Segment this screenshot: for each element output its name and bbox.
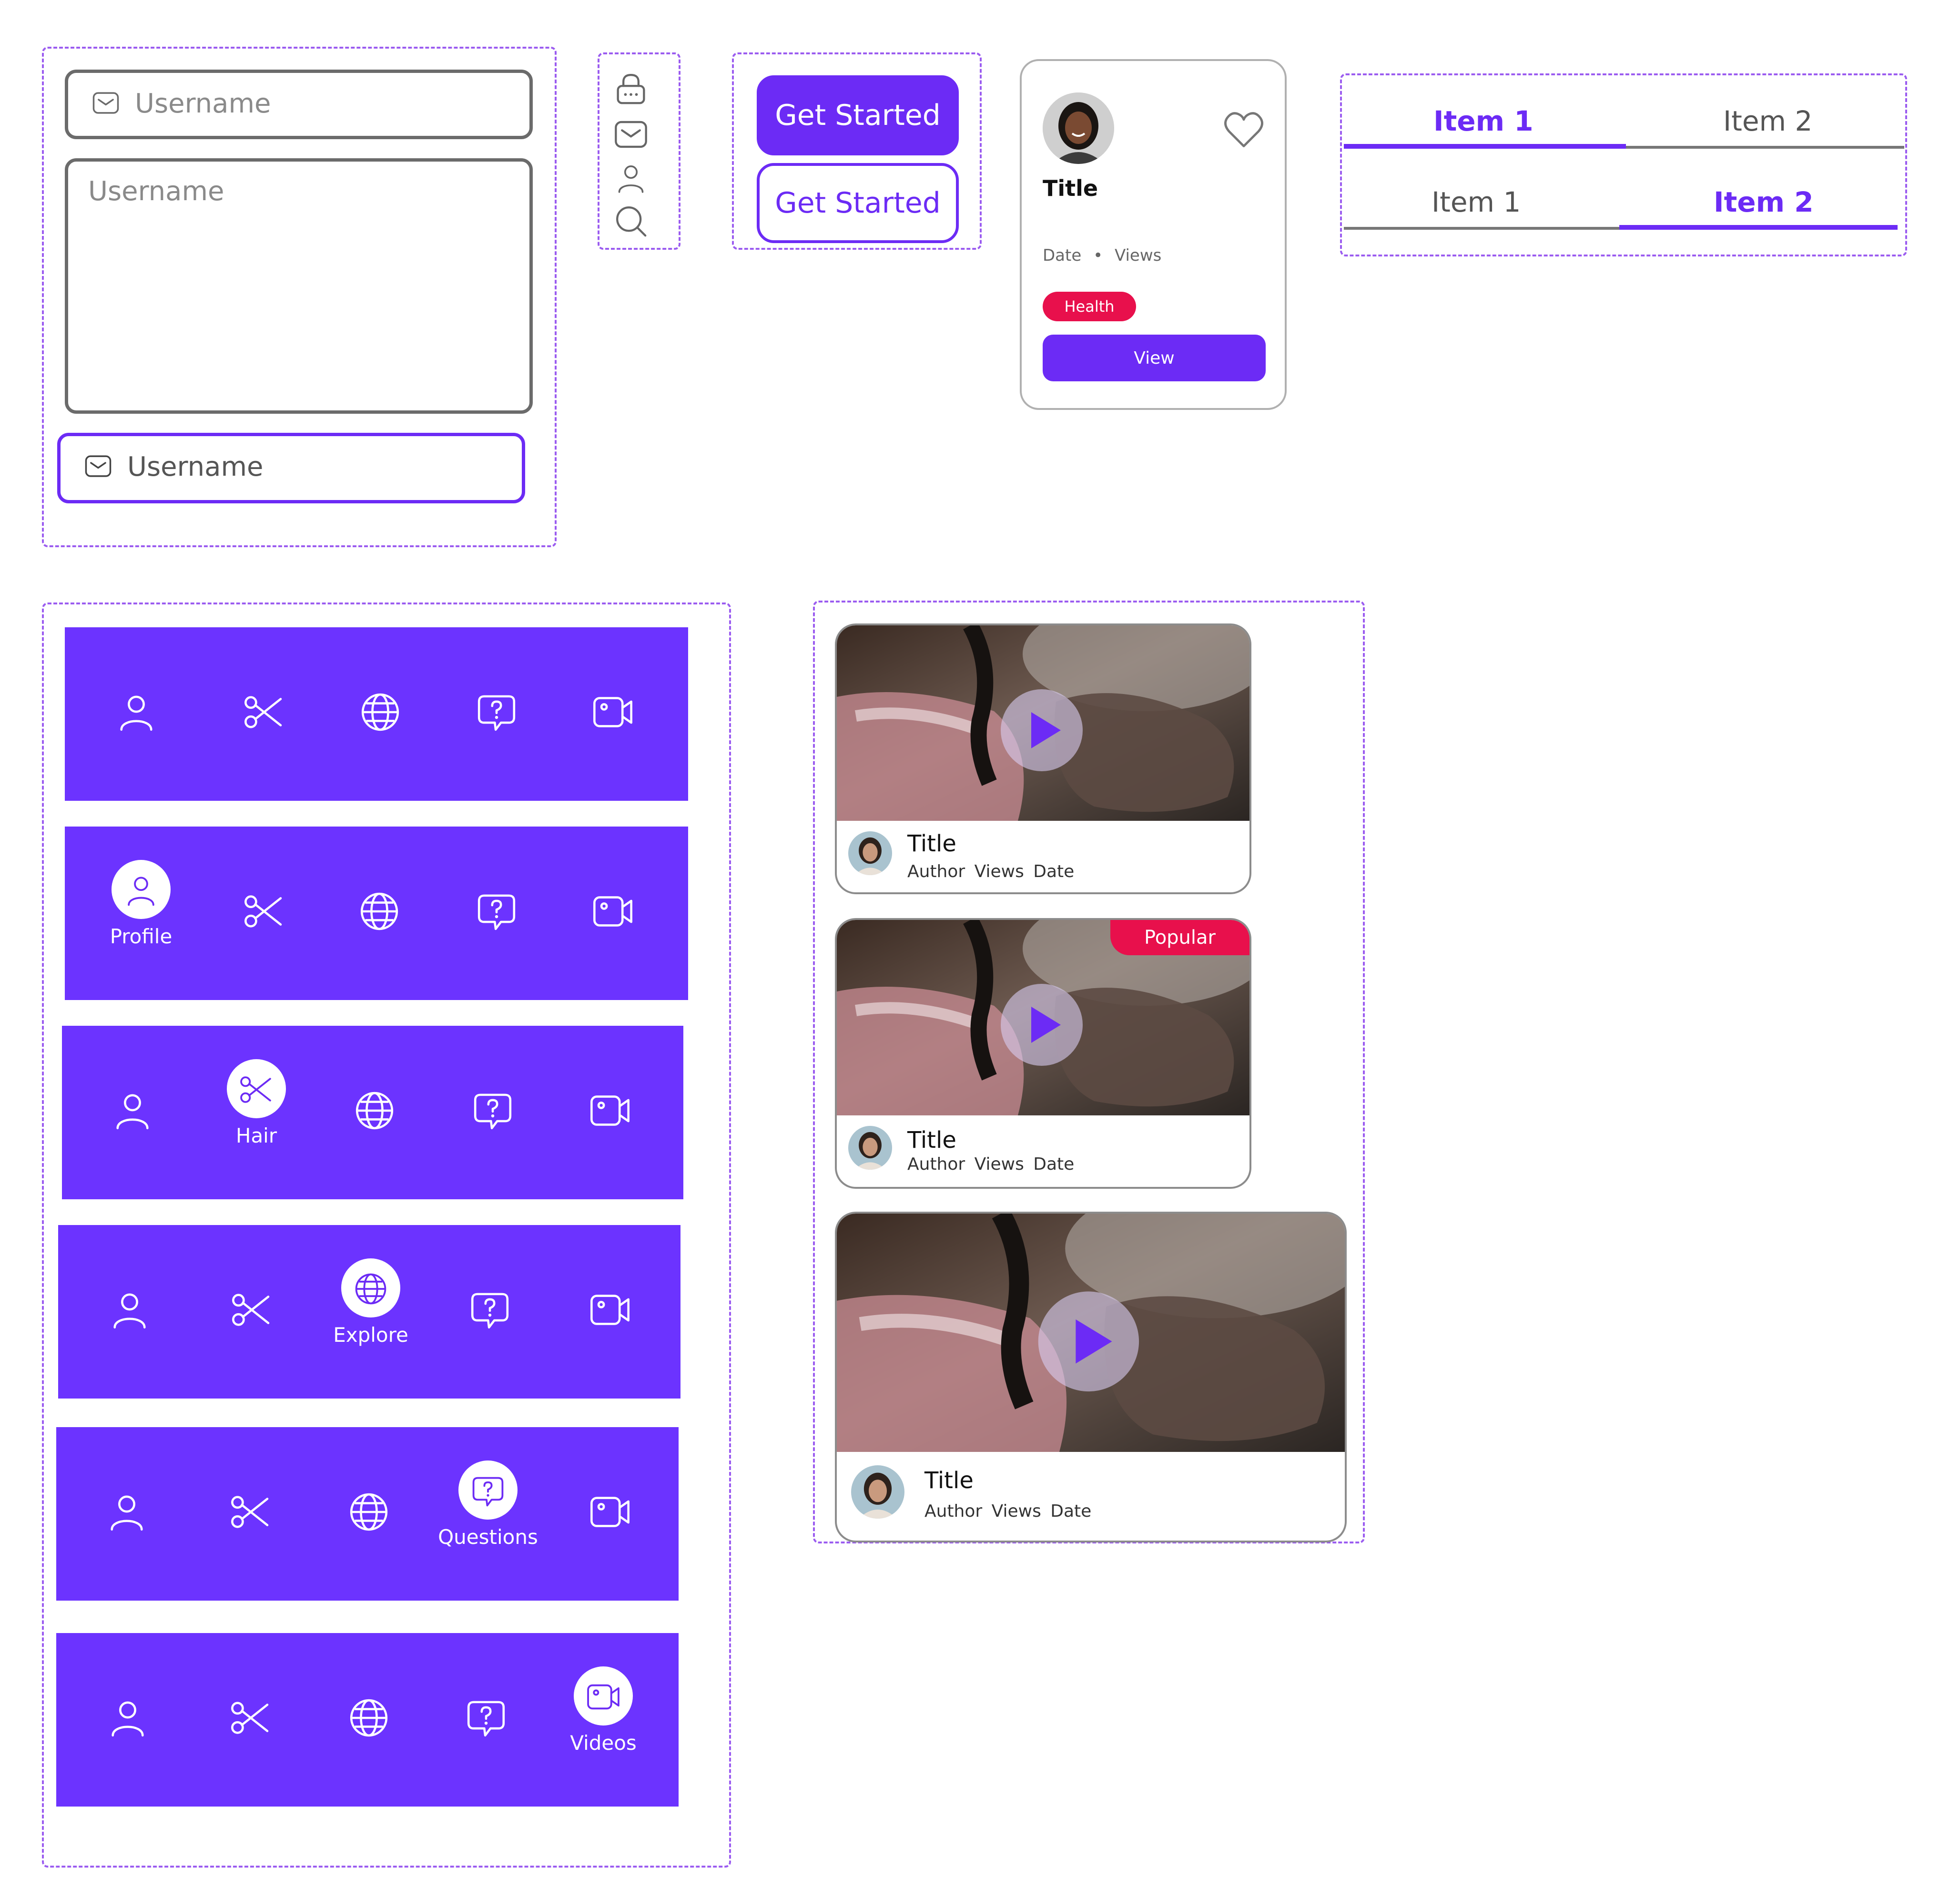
nav-label-questions[interactable]: Questions bbox=[426, 1525, 550, 1549]
scissors-icon[interactable] bbox=[238, 1072, 274, 1108]
nav-label-videos[interactable]: Videos bbox=[541, 1731, 665, 1755]
username-textarea[interactable]: Username bbox=[65, 158, 533, 414]
lock-icon bbox=[614, 71, 648, 106]
user-icon[interactable] bbox=[114, 690, 158, 734]
video-title: Title bbox=[907, 830, 956, 857]
video-meta: Author Views Date bbox=[907, 862, 1075, 881]
scissors-icon[interactable] bbox=[242, 690, 286, 734]
video-meta: Author Views Date bbox=[907, 1154, 1075, 1174]
bottom-nav-bar: Questions bbox=[56, 1427, 679, 1601]
video-title: Title bbox=[907, 1127, 956, 1154]
product-meta: Date • Views bbox=[1043, 246, 1161, 265]
product-card[interactable]: Title Date • Views Health View bbox=[1020, 59, 1287, 410]
bottom-nav-bar: Hair bbox=[62, 1026, 683, 1199]
nav-label-profile[interactable]: Profile bbox=[79, 925, 203, 948]
active-username-placeholder: Username bbox=[127, 451, 264, 482]
user-icon[interactable] bbox=[106, 1696, 150, 1740]
video-card[interactable]: Title Author Views Date bbox=[835, 623, 1251, 894]
author-avatar bbox=[848, 831, 892, 875]
product-views: Views bbox=[1114, 246, 1162, 265]
video-icon[interactable] bbox=[588, 1490, 632, 1534]
globe-icon[interactable] bbox=[357, 889, 401, 933]
mail-icon bbox=[82, 452, 114, 480]
tab-item-2[interactable]: Item 2 bbox=[1714, 186, 1814, 218]
video-meta: Author Views Date bbox=[924, 1501, 1092, 1521]
video-title: Title bbox=[924, 1467, 974, 1494]
user-icon[interactable] bbox=[105, 1490, 149, 1534]
globe-icon[interactable] bbox=[358, 690, 402, 734]
globe-icon[interactable] bbox=[347, 1696, 391, 1740]
globe-icon[interactable] bbox=[347, 1490, 391, 1534]
textarea-placeholder: Username bbox=[88, 176, 224, 207]
bottom-nav-bar bbox=[65, 627, 688, 801]
popular-badge: Popular bbox=[1110, 920, 1249, 955]
username-input-active[interactable]: Username bbox=[57, 433, 525, 503]
user-icon[interactable] bbox=[108, 1288, 152, 1332]
mail-icon bbox=[614, 117, 648, 152]
video-icon[interactable] bbox=[585, 1679, 621, 1715]
get-started-button[interactable]: Get Started bbox=[757, 75, 959, 155]
question-chat-icon[interactable] bbox=[471, 1089, 515, 1133]
health-tag[interactable]: Health bbox=[1043, 292, 1136, 321]
video-thumbnail bbox=[837, 625, 1251, 821]
scissors-icon[interactable] bbox=[229, 1696, 273, 1740]
nav-label-explore[interactable]: Explore bbox=[309, 1323, 433, 1347]
author-avatar bbox=[851, 1465, 904, 1519]
video-icon[interactable] bbox=[591, 690, 635, 734]
mail-icon bbox=[90, 89, 122, 117]
search-icon bbox=[614, 204, 648, 238]
video-icon[interactable] bbox=[588, 1288, 632, 1332]
avatar bbox=[1043, 92, 1114, 164]
heart-icon[interactable] bbox=[1221, 107, 1267, 153]
user-icon[interactable] bbox=[111, 1089, 154, 1133]
author-avatar bbox=[848, 1126, 892, 1170]
user-icon[interactable] bbox=[123, 872, 159, 909]
globe-icon[interactable] bbox=[353, 1089, 396, 1133]
question-chat-icon[interactable] bbox=[475, 690, 518, 734]
bottom-nav-bar: Profile bbox=[65, 827, 688, 1000]
question-chat-icon[interactable] bbox=[475, 889, 518, 933]
tab-item-1[interactable]: Item 1 bbox=[1432, 186, 1521, 218]
globe-icon[interactable] bbox=[353, 1271, 389, 1307]
question-chat-icon[interactable] bbox=[468, 1288, 512, 1332]
video-icon[interactable] bbox=[588, 1089, 632, 1133]
video-card[interactable]: Title Author Views Date bbox=[835, 1212, 1347, 1542]
video-card[interactable]: Popular Title Author Views Date bbox=[835, 918, 1251, 1189]
bottom-nav-bar: Videos bbox=[56, 1633, 679, 1807]
view-button[interactable]: View bbox=[1043, 335, 1266, 381]
tab-indicator-1 bbox=[1344, 144, 1626, 149]
question-chat-icon[interactable] bbox=[464, 1696, 508, 1740]
question-chat-icon[interactable] bbox=[470, 1473, 506, 1509]
product-date: Date bbox=[1043, 246, 1082, 265]
nav-label-hair[interactable]: Hair bbox=[194, 1124, 318, 1147]
username-placeholder: Username bbox=[135, 88, 271, 119]
video-thumbnail bbox=[837, 1214, 1347, 1452]
scissors-icon[interactable] bbox=[230, 1288, 274, 1332]
tab-item-1[interactable]: Item 1 bbox=[1433, 105, 1533, 137]
meta-separator: • bbox=[1093, 246, 1103, 265]
username-input[interactable]: Username bbox=[65, 70, 533, 139]
user-icon bbox=[614, 161, 648, 195]
tab-item-2[interactable]: Item 2 bbox=[1723, 105, 1812, 137]
product-title: Title bbox=[1043, 175, 1098, 201]
bottom-nav-bar: Explore bbox=[58, 1225, 680, 1399]
tab-indicator-2 bbox=[1619, 225, 1898, 230]
get-started-outline-button[interactable]: Get Started bbox=[757, 163, 959, 243]
scissors-icon[interactable] bbox=[229, 1490, 273, 1534]
video-icon[interactable] bbox=[591, 889, 635, 933]
scissors-icon[interactable] bbox=[242, 889, 286, 933]
